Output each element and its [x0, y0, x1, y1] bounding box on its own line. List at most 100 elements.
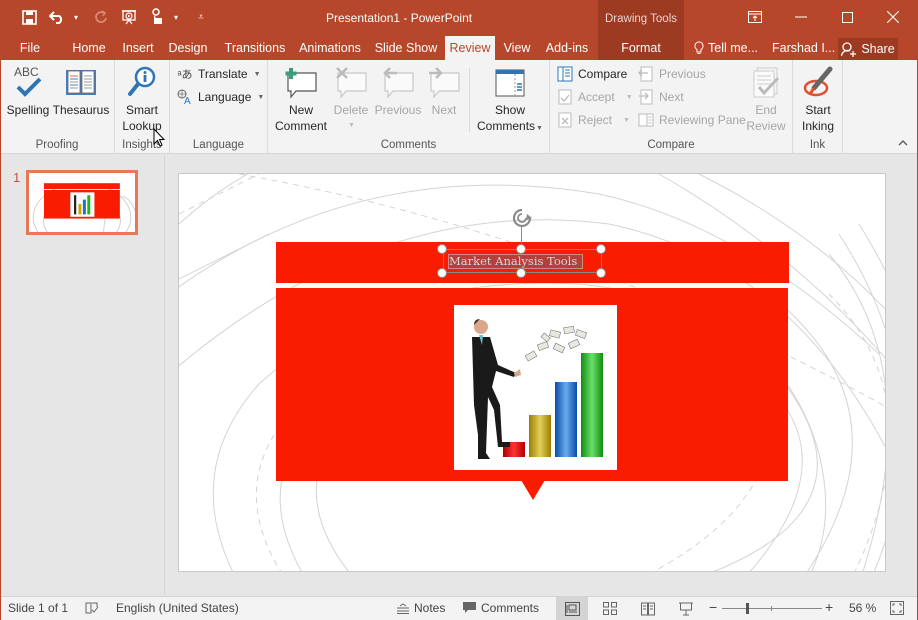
- present-from-start-icon: [122, 10, 136, 25]
- slide-thumbnail[interactable]: [26, 170, 138, 235]
- previous-comment-button[interactable]: Previous: [372, 64, 424, 118]
- group-ink: Start Inking Ink: [793, 60, 843, 154]
- thumbnail-number: 1: [13, 170, 21, 185]
- present-from-start-button[interactable]: [118, 6, 140, 28]
- new-comment-button[interactable]: New Comment: [272, 64, 330, 134]
- resize-handle-ne[interactable]: [596, 244, 606, 254]
- resize-handle-sw[interactable]: [437, 268, 447, 278]
- next-change-icon: [638, 89, 654, 105]
- proofing-group-label: Proofing: [35, 139, 79, 151]
- zoom-in-button[interactable]: +: [825, 599, 833, 615]
- user-account[interactable]: Farshad I...: [772, 36, 835, 60]
- slide-thumbnails-pane: 1: [0, 155, 165, 595]
- normal-view-button[interactable]: [556, 597, 588, 620]
- collapse-ribbon-button[interactable]: [898, 138, 908, 149]
- next-comment-button[interactable]: Next: [424, 64, 464, 118]
- translate-button[interactable]: ᵃあ Translate ▼: [177, 64, 260, 84]
- new-comment-label-1: New: [288, 103, 313, 117]
- end-review-button[interactable]: End Review: [746, 64, 786, 134]
- group-language: ᵃあ Translate ▼ A Language ▼ Language: [170, 60, 268, 154]
- reading-view-button[interactable]: [632, 597, 664, 620]
- resize-handle-se[interactable]: [596, 268, 606, 278]
- spelling-button[interactable]: ABC Spelling: [5, 64, 51, 118]
- share-button[interactable]: Share: [838, 38, 898, 60]
- undo-button[interactable]: [46, 6, 68, 28]
- tab-transitions[interactable]: Transitions: [216, 36, 294, 60]
- save-button[interactable]: [18, 6, 40, 28]
- image-bar-blue: [555, 382, 577, 457]
- delete-dropdown-icon: ▼: [348, 122, 355, 129]
- smart-lookup-label-1: Smart: [125, 103, 158, 117]
- tab-add-ins[interactable]: Add-ins: [540, 36, 594, 60]
- zoom-slider-thumb[interactable]: [746, 603, 750, 614]
- undo-dropdown-icon[interactable]: ▾: [74, 13, 84, 22]
- previous-comment-icon: [380, 64, 416, 102]
- accept-button[interactable]: Accept ▼: [557, 87, 633, 107]
- next-change-button[interactable]: Next: [638, 87, 684, 107]
- delete-comment-button[interactable]: Delete ▼: [332, 64, 370, 134]
- ribbon-display-options-button[interactable]: [732, 4, 778, 30]
- reviewing-pane-button[interactable]: Reviewing Pane: [638, 110, 746, 130]
- fit-to-window-icon: [890, 601, 904, 615]
- window-title: Presentation1 - PowerPoint: [326, 11, 473, 25]
- end-review-label-1: End: [755, 103, 777, 117]
- end-review-icon: [748, 64, 784, 102]
- slide-indicator[interactable]: Slide 1 of 1: [8, 601, 68, 615]
- reject-icon: [557, 112, 573, 128]
- redo-button[interactable]: [90, 6, 112, 28]
- slide-picture[interactable]: [454, 305, 617, 470]
- svg-text:A: A: [184, 96, 191, 105]
- thesaurus-button[interactable]: Thesaurus: [52, 64, 110, 118]
- previous-change-button[interactable]: Previous: [638, 64, 706, 84]
- show-comments-button[interactable]: Show Comments▼: [474, 64, 546, 137]
- delete-comment-icon: [333, 64, 369, 102]
- comments-pane-button[interactable]: Comments: [463, 601, 539, 615]
- close-button[interactable]: [870, 4, 916, 30]
- resize-handle-n[interactable]: [516, 244, 526, 254]
- reject-button[interactable]: Reject ▼: [557, 110, 630, 130]
- spell-check-status-icon[interactable]: [85, 601, 99, 615]
- previous-comment-label: Previous: [374, 103, 422, 117]
- book-icon: [63, 64, 99, 102]
- maximize-button[interactable]: [824, 4, 870, 30]
- tab-slide-show[interactable]: Slide Show: [370, 36, 442, 60]
- tab-file[interactable]: File: [10, 36, 50, 60]
- minimize-button[interactable]: [778, 4, 824, 30]
- tab-format[interactable]: Format: [598, 36, 684, 60]
- slide-show-view-button[interactable]: [670, 597, 702, 620]
- callout-pointer: [521, 480, 545, 500]
- group-compare: Compare Accept ▼ Reject ▼ Previous Next Re…: [550, 60, 793, 154]
- slide-canvas[interactable]: [178, 173, 886, 572]
- tab-review[interactable]: Review: [445, 36, 495, 60]
- chevron-up-icon: [898, 140, 908, 146]
- fit-slide-button[interactable]: [890, 601, 904, 615]
- tab-design[interactable]: Design: [162, 36, 214, 60]
- resize-handle-nw[interactable]: [437, 244, 447, 254]
- touch-mode-button[interactable]: [146, 6, 168, 28]
- smart-lookup-button[interactable]: Smart Lookup: [119, 64, 165, 134]
- start-inking-button[interactable]: Start Inking: [796, 64, 840, 134]
- tell-me-search[interactable]: Tell me...: [694, 36, 758, 60]
- tab-insert[interactable]: Insert: [114, 36, 162, 60]
- tab-view[interactable]: View: [500, 36, 534, 60]
- notes-button[interactable]: Notes: [397, 601, 445, 615]
- svg-text:ABC: ABC: [14, 65, 39, 79]
- rotation-handle-icon[interactable]: [510, 207, 534, 229]
- previous-change-label: Previous: [659, 67, 706, 81]
- tab-animations[interactable]: Animations: [294, 36, 366, 60]
- zoom-slider[interactable]: [722, 603, 822, 614]
- zoom-out-button[interactable]: −: [709, 599, 717, 615]
- slide-sorter-icon: [603, 602, 617, 615]
- start-inking-label-2: Inking: [801, 119, 835, 133]
- customize-qat-icon[interactable]: ⩡: [190, 6, 212, 28]
- zoom-level[interactable]: 56 %: [849, 601, 876, 615]
- language-status[interactable]: English (United States): [116, 601, 239, 615]
- resize-handle-s[interactable]: [516, 268, 526, 278]
- slide-sorter-view-button[interactable]: [594, 597, 626, 620]
- touch-dropdown-icon[interactable]: ▾: [174, 13, 184, 22]
- slide-title-text[interactable]: Market Analysis Tools: [448, 254, 577, 269]
- compare-button[interactable]: Compare: [557, 64, 627, 84]
- language-button[interactable]: A Language ▼: [177, 87, 264, 107]
- tab-home[interactable]: Home: [64, 36, 114, 60]
- mouse-cursor-icon: [153, 128, 166, 147]
